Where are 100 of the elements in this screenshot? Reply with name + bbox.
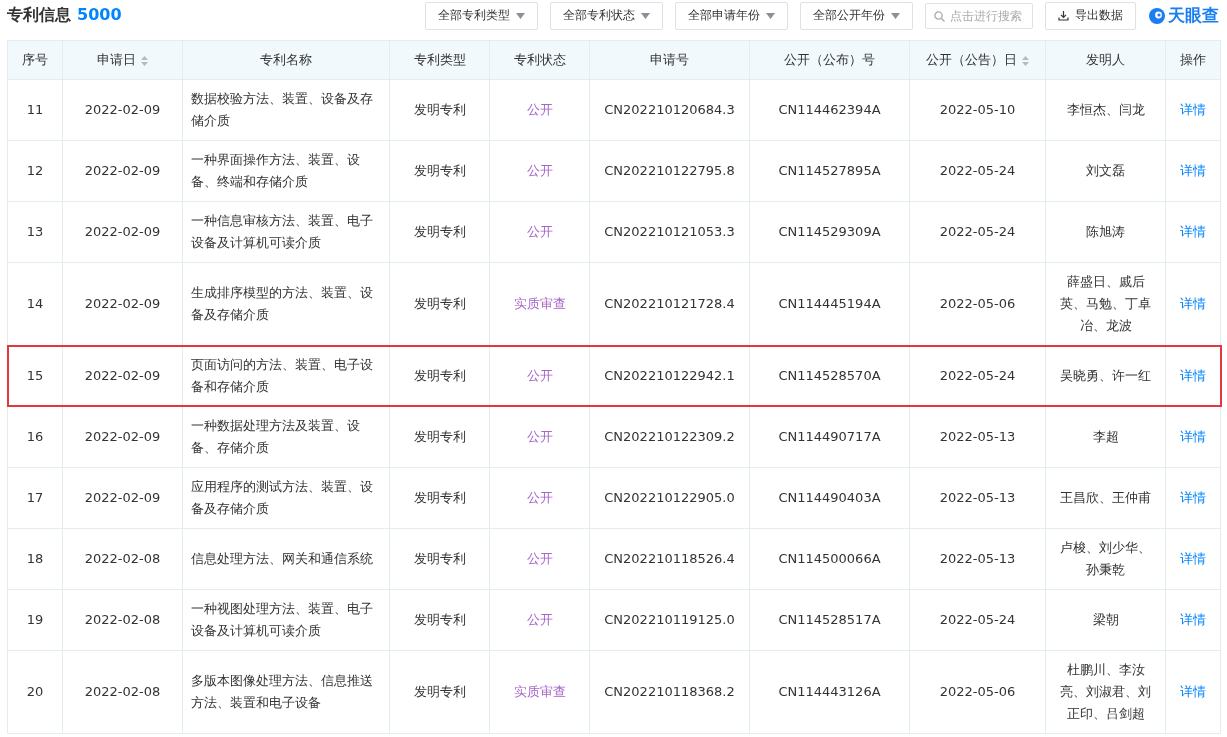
table-cell: CN114445194A <box>778 296 881 311</box>
filter-dropdown[interactable]: 全部专利状态 <box>550 1 663 30</box>
table-cell: CN202210121053.3 <box>604 224 735 239</box>
table-cell: 17 <box>26 490 44 505</box>
details-link[interactable]: 详情 <box>1180 102 1206 117</box>
brand-name: 天眼查 <box>1168 4 1219 27</box>
table-cell: 发明专利 <box>413 490 466 505</box>
status-text: 公开 <box>526 612 553 627</box>
column-header[interactable]: 公开（公告）日 <box>909 40 1046 80</box>
column-header: 专利名称 <box>182 40 390 80</box>
result-count: 5000 <box>77 5 122 24</box>
column-header: 公开（公布）号 <box>749 40 910 80</box>
table-cell: 2022-02-08 <box>84 551 161 566</box>
table-cell: 2022-05-24 <box>939 224 1016 239</box>
table-cell: 发明专利 <box>413 612 466 627</box>
caret-icon <box>766 12 775 19</box>
column-header: 操作 <box>1165 40 1221 80</box>
table-cell: 2022-05-24 <box>939 163 1016 178</box>
status-text: 公开 <box>526 163 553 178</box>
table-cell: 信息处理方法、网关和通信系统 <box>191 551 373 566</box>
table-cell: CN114462394A <box>778 102 881 117</box>
filter-dropdown[interactable]: 全部申请年份 <box>675 1 788 30</box>
status-text: 公开 <box>526 429 553 444</box>
table-cell: 多版本图像处理方法、信息推送方法、装置和电子设备 <box>191 673 373 710</box>
table-cell: 2022-05-06 <box>939 296 1016 311</box>
table-cell: 18 <box>26 551 44 566</box>
table-cell: 卢梭、刘少华、孙秉乾 <box>1060 540 1151 577</box>
table-cell: CN202210122309.2 <box>604 429 735 444</box>
table-cell: 11 <box>26 102 44 117</box>
details-link[interactable]: 详情 <box>1180 163 1206 178</box>
table-cell: 2022-02-09 <box>84 429 161 444</box>
search-field[interactable]: 点击进行搜索 <box>925 2 1033 29</box>
details-link[interactable]: 详情 <box>1180 684 1206 699</box>
table-cell: 12 <box>26 163 44 178</box>
table-cell: 薛盛日、戚后英、马勉、丁卓冶、龙波 <box>1060 274 1151 333</box>
table-cell: 一种信息审核方法、装置、电子设备及计算机可读介质 <box>191 213 373 250</box>
table-cell: CN202210118526.4 <box>604 551 735 566</box>
caret-icon <box>516 12 525 19</box>
table-cell: 2022-02-09 <box>84 296 161 311</box>
table-cell: CN114529309A <box>778 224 881 239</box>
table-cell: 19 <box>26 612 44 627</box>
caret-icon <box>891 12 900 19</box>
table-cell: 吴晓勇、许一红 <box>1060 368 1151 383</box>
table-cell: 发明专利 <box>413 102 466 117</box>
table-cell: CN202210122795.8 <box>604 163 735 178</box>
table-cell: 一种数据处理方法及装置、设备、存储介质 <box>191 418 360 455</box>
table-cell: CN202210122942.1 <box>604 368 735 383</box>
eye-logo-icon <box>1148 6 1166 25</box>
details-link[interactable]: 详情 <box>1180 551 1206 566</box>
column-header: 发明人 <box>1045 40 1166 80</box>
status-text: 公开 <box>526 224 553 239</box>
table-cell: 16 <box>26 429 44 444</box>
table-cell: CN114490717A <box>778 429 881 444</box>
table-cell: 2022-05-13 <box>939 490 1016 505</box>
table-cell: 一种视图处理方法、装置、电子设备及计算机可读介质 <box>191 601 373 638</box>
table-cell: 15 <box>26 368 44 383</box>
table-cell: CN202210121728.4 <box>604 296 735 311</box>
table-cell: CN114500066A <box>778 551 881 566</box>
details-link[interactable]: 详情 <box>1180 368 1206 383</box>
details-link[interactable]: 详情 <box>1180 490 1206 505</box>
table-cell: 发明专利 <box>413 163 466 178</box>
details-link[interactable]: 详情 <box>1180 429 1206 444</box>
table-cell: 发明专利 <box>413 429 466 444</box>
caret-icon <box>641 12 650 19</box>
table-cell: 20 <box>26 684 44 699</box>
details-link[interactable]: 详情 <box>1180 224 1206 239</box>
table-cell: 数据校验方法、装置、设备及存储介质 <box>191 91 373 128</box>
table-cell: 生成排序模型的方法、装置、设备及存储介质 <box>191 285 373 322</box>
column-header: 专利类型 <box>389 40 490 80</box>
table-cell: 2022-05-10 <box>939 102 1016 117</box>
table-cell: 2022-05-13 <box>939 551 1016 566</box>
table-cell: 发明专利 <box>413 368 466 383</box>
download-icon <box>1058 10 1069 21</box>
table-cell: 2022-05-13 <box>939 429 1016 444</box>
table-cell: 2022-02-09 <box>84 490 161 505</box>
table-cell: 发明专利 <box>413 551 466 566</box>
table-cell: 发明专利 <box>413 224 466 239</box>
table-cell: 发明专利 <box>413 684 466 699</box>
status-text: 公开 <box>526 368 553 383</box>
table-cell: 2022-02-09 <box>84 368 161 383</box>
table-cell: 2022-02-08 <box>84 684 161 699</box>
table-cell: 李超 <box>1092 429 1119 444</box>
filter-dropdown[interactable]: 全部公开年份 <box>800 1 913 30</box>
table-cell: CN114528517A <box>778 612 881 627</box>
details-link[interactable]: 详情 <box>1180 296 1206 311</box>
table-cell: 刘文磊 <box>1086 163 1125 178</box>
filter-dropdown[interactable]: 全部专利类型 <box>425 1 538 30</box>
table-cell: CN114527895A <box>778 163 881 178</box>
table-cell: 杜鹏川、李汝亮、刘淑君、刘正印、吕剑超 <box>1060 662 1151 721</box>
table-cell: 王昌欣、王仲甫 <box>1060 490 1151 505</box>
status-text: 公开 <box>526 551 553 566</box>
table-cell: CN202210119125.0 <box>604 612 735 627</box>
table-cell: CN202210120684.3 <box>604 102 735 117</box>
status-text: 公开 <box>526 102 553 117</box>
column-header[interactable]: 申请日 <box>62 40 183 80</box>
column-header: 专利状态 <box>489 40 590 80</box>
details-link[interactable]: 详情 <box>1180 612 1206 627</box>
status-text: 实质审查 <box>513 684 566 699</box>
table-cell: 发明专利 <box>413 296 466 311</box>
export-button[interactable]: 导出数据 <box>1045 1 1136 30</box>
